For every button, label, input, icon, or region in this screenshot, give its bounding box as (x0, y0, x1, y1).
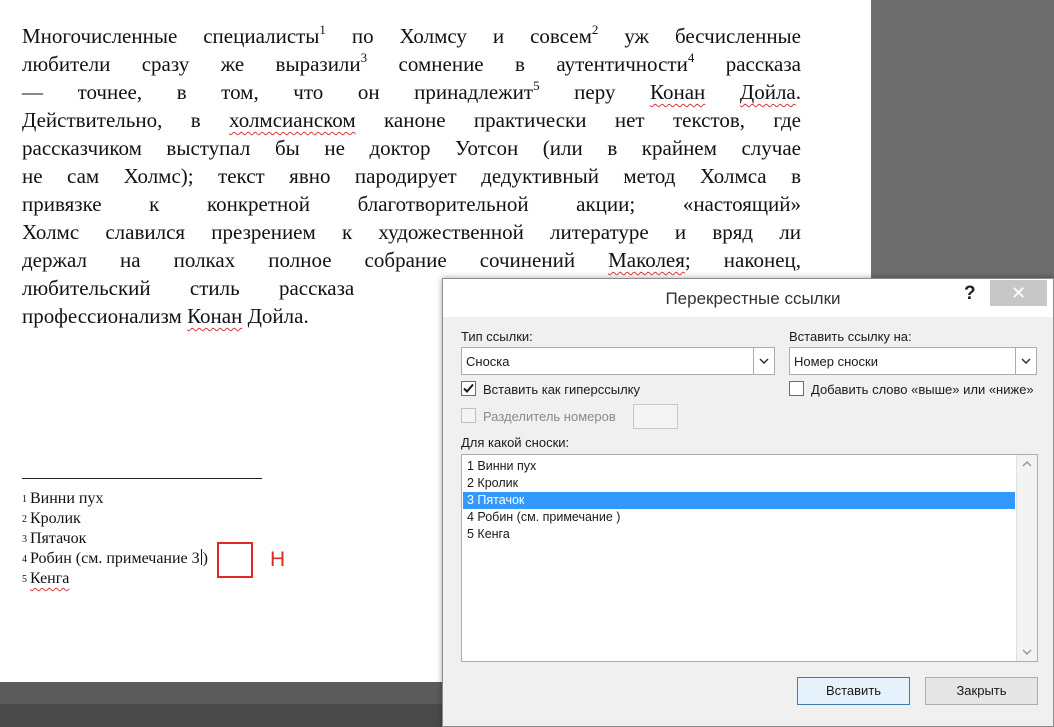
footnote-separator (22, 478, 262, 479)
footnote-ref: 2 (591, 22, 599, 37)
footnote-item: 1 Винни пух (22, 490, 104, 507)
scrollbar[interactable] (1016, 455, 1037, 661)
ref-type-label: Тип ссылки: (461, 329, 533, 344)
above-below-label[interactable]: Добавить слово «выше» или «ниже» (811, 382, 1034, 397)
list-item[interactable]: 1 Винни пух (463, 458, 1015, 475)
dialog-title: Перекрестные ссылки (665, 289, 841, 308)
cross-reference[interactable]: 3 (192, 550, 200, 567)
list-item-selected[interactable]: 3 Пятачок (463, 492, 1015, 509)
text-line: не сам Холмс); текст явно пародирует дед… (22, 164, 801, 188)
separator-label: Разделитель номеров (483, 409, 616, 424)
close-icon: ✕ (1010, 283, 1027, 303)
text-line: любители сразу же выразили3 сомнение в а… (22, 50, 801, 76)
help-button[interactable]: ? (964, 283, 976, 305)
above-below-checkbox[interactable] (789, 381, 804, 396)
list-label: Для какой сноски: (461, 435, 570, 450)
text-line: Многочисленные специалисты1 по Холмсу и … (22, 22, 801, 48)
spellcheck-word: Конан (650, 80, 706, 104)
hyperlink-label[interactable]: Вставить как гиперссылку (483, 382, 640, 397)
text-line: — точнее, в том, что он принадлежит5 пер… (22, 78, 801, 104)
close-button[interactable]: ✕ (990, 280, 1047, 306)
text-line: Действительно, в холмсианском каноне пра… (22, 108, 801, 132)
footnotes[interactable]: 1 Винни пух 2 Кролик 3 Пятачок 4 Робин (см. … (22, 489, 208, 589)
spellcheck-word: Дойла (739, 80, 796, 104)
footnote-item: 3 Пятачок (22, 530, 87, 547)
footnote-item: 4 Робин (см. примечание 3) (22, 549, 208, 567)
footnote-ref: 3 (360, 50, 368, 65)
list-item[interactable]: 4 Робин (см. примечание ) (463, 509, 1015, 526)
footnote-ref: 5 (533, 78, 540, 93)
check-icon (463, 383, 474, 393)
footnote-ref: 4 (687, 50, 695, 65)
list-item[interactable]: 5 Кенга (463, 526, 1015, 543)
scroll-up-icon (1022, 461, 1032, 467)
spellcheck-word: Маколея (608, 248, 685, 272)
highlight-box (217, 542, 253, 578)
spellcheck-word: холмсианском (229, 108, 356, 132)
chevron-down-icon (1015, 348, 1036, 374)
text-cursor (200, 549, 202, 565)
text-line: рассказчиком выступал бы не доктор Уотсо… (22, 136, 801, 160)
footnote-listbox[interactable]: 1 Винни пух 2 Кролик 3 Пятачок 4 Робин (… (461, 454, 1038, 662)
scroll-down-icon (1022, 649, 1032, 655)
insert-button[interactable]: Вставить (797, 677, 910, 705)
chevron-down-icon (753, 348, 774, 374)
footnote-item: 5 Кенга (22, 570, 70, 587)
insert-ref-label: Вставить ссылку на: (789, 329, 912, 344)
hyperlink-checkbox[interactable] (461, 381, 476, 396)
footnote-item: 2 Кролик (22, 510, 81, 527)
insert-ref-select[interactable]: Номер сноски (789, 347, 1037, 375)
text-line: привязке к конкретной благотворительной … (22, 192, 801, 216)
cross-reference-dialog[interactable]: Перекрестные ссылки ? ✕ Тип ссылки: Снос… (442, 278, 1054, 727)
ref-type-select[interactable]: Сноска (461, 347, 775, 375)
close-dialog-button[interactable]: Закрыть (925, 677, 1038, 705)
annotation-letter: Н (270, 548, 286, 571)
spellcheck-word: Конан (187, 304, 243, 328)
separator-checkbox[interactable] (461, 408, 476, 423)
separator-input[interactable] (633, 404, 678, 429)
list-item[interactable]: 2 Кролик (463, 475, 1015, 492)
footnote-ref: 1 (319, 22, 326, 37)
text-line: Холмс славился презрением к художественн… (22, 220, 801, 244)
text-line: держал на полках полное собрание сочинен… (22, 248, 802, 272)
